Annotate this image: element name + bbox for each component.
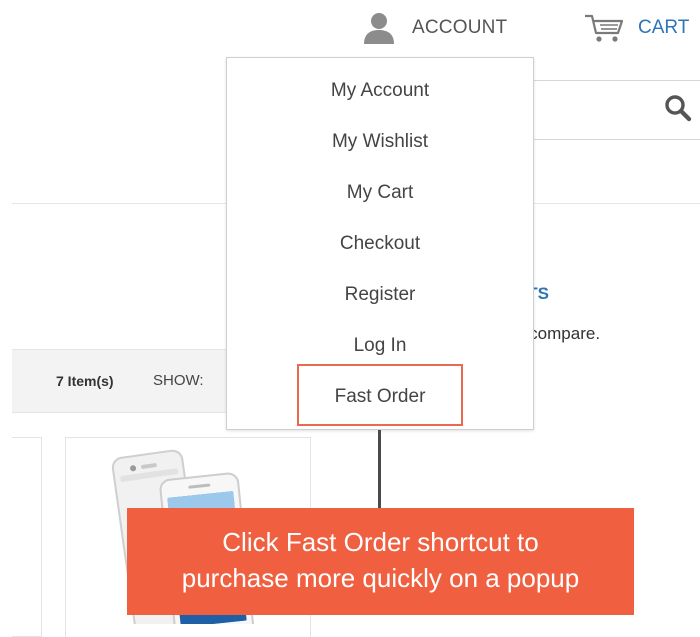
account-label: ACCOUNT <box>412 17 508 38</box>
cart-label: CART <box>638 17 690 38</box>
user-icon <box>364 13 394 44</box>
callout-text-line-1: Click Fast Order shortcut to <box>222 527 539 557</box>
menu-item-my-wishlist[interactable]: My Wishlist <box>227 123 533 161</box>
menu-item-register[interactable]: Register <box>227 276 533 314</box>
menu-item-my-cart[interactable]: My Cart <box>227 174 533 212</box>
cart-link[interactable]: CART <box>584 10 689 46</box>
callout-connector-line <box>378 430 381 510</box>
menu-item-fast-order[interactable]: Fast Order <box>227 378 533 416</box>
product-card[interactable] <box>12 437 42 637</box>
search-icon[interactable] <box>664 94 692 122</box>
shopping-cart-icon <box>585 14 624 42</box>
account-dropdown-menu: My Account My Wishlist My Cart Checkout … <box>226 57 534 430</box>
account-link[interactable]: ACCOUNT <box>362 10 507 46</box>
menu-item-checkout[interactable]: Checkout <box>227 225 533 263</box>
callout-box: Click Fast Order shortcut to purchase mo… <box>127 508 634 615</box>
show-limit-label: SHOW: <box>153 372 204 389</box>
item-count: 7 Item(s) <box>56 373 114 389</box>
callout-text-line-2: purchase more quickly on a popup <box>181 563 580 593</box>
menu-item-log-in[interactable]: Log In <box>227 327 533 365</box>
menu-item-my-account[interactable]: My Account <box>227 72 533 110</box>
